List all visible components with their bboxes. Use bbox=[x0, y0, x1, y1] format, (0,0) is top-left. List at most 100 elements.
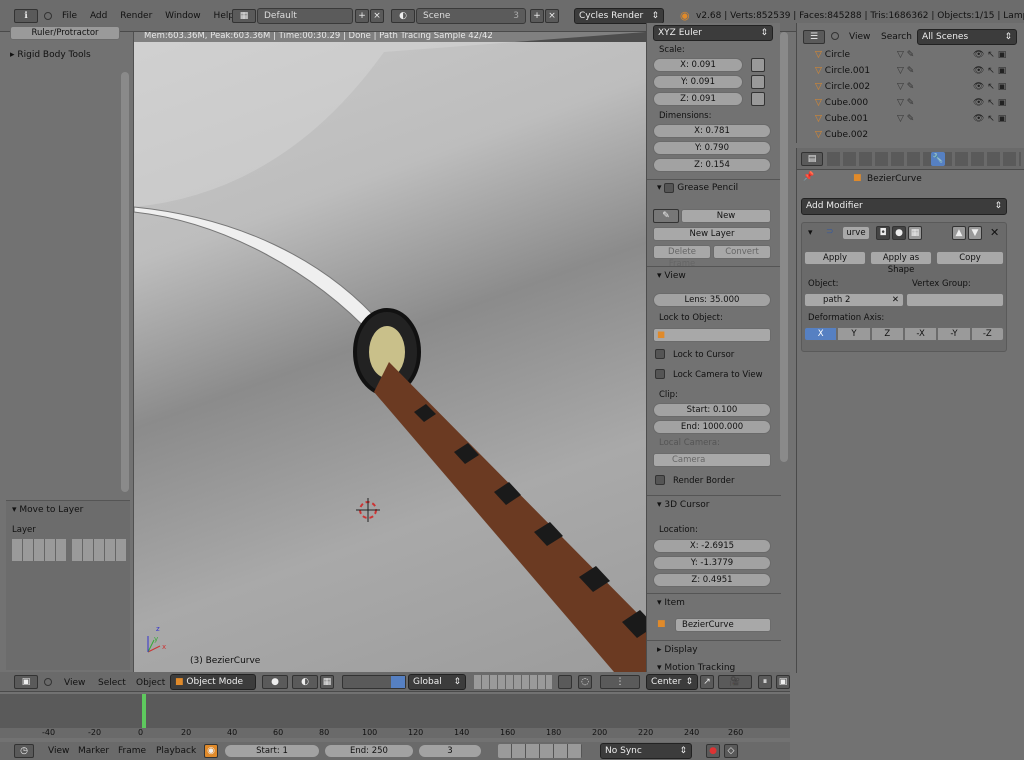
align-rotation-icon[interactable]: ↗ bbox=[700, 675, 714, 689]
collapse-menu-icon[interactable] bbox=[44, 12, 52, 20]
3d-editor-icon[interactable]: ▣ bbox=[14, 675, 38, 689]
start-frame-field[interactable]: Start: 1 bbox=[224, 744, 320, 758]
render-border-checkbox[interactable] bbox=[655, 475, 665, 485]
gp-convert-button[interactable]: Convert bbox=[713, 245, 771, 259]
menu-help[interactable]: Help bbox=[214, 11, 235, 21]
keyframe-icon[interactable]: ◇ bbox=[724, 744, 738, 758]
gp-new-layer-button[interactable]: New Layer bbox=[653, 227, 771, 241]
manipulator-group[interactable] bbox=[342, 675, 406, 689]
layer-buttons[interactable] bbox=[474, 675, 552, 689]
move-down-icon[interactable]: ▼ bbox=[968, 226, 982, 240]
layer-grid-left[interactable] bbox=[12, 539, 66, 561]
outliner-search-menu[interactable]: Search bbox=[881, 32, 912, 42]
modifier-tab-wrench-icon[interactable]: 🔧 bbox=[931, 152, 945, 166]
add-layout-icon[interactable]: + bbox=[355, 9, 369, 23]
add-scene-icon[interactable]: + bbox=[530, 9, 544, 23]
vertex-group-field[interactable] bbox=[906, 293, 1004, 307]
snap-target-select[interactable]: Center ⇕ bbox=[646, 674, 698, 690]
render-layer-icon[interactable]: ▣ bbox=[776, 675, 790, 689]
proportional-icon[interactable]: ▦ bbox=[320, 675, 334, 689]
pause-render-icon[interactable]: ⏸ bbox=[758, 675, 772, 689]
keying-icon[interactable]: ◉ bbox=[204, 744, 218, 758]
layout-icon[interactable]: ▦ bbox=[232, 9, 256, 23]
pin-icon[interactable]: 📌 bbox=[803, 172, 814, 182]
modifier-expand-icon[interactable]: ▾ bbox=[808, 228, 813, 238]
pencil-icon[interactable]: ✎ bbox=[653, 209, 679, 223]
move-up-icon[interactable]: ▲ bbox=[952, 226, 966, 240]
lock-layers-icon[interactable] bbox=[558, 675, 572, 689]
3d-object-menu[interactable]: Object bbox=[136, 678, 165, 688]
tool-shelf-scrollbar[interactable] bbox=[121, 72, 129, 492]
scale-z-field[interactable]: Z: 0.091 bbox=[653, 92, 743, 106]
render-toggle-icon[interactable]: ◘ bbox=[876, 226, 890, 240]
remove-modifier-icon[interactable]: ✕ bbox=[990, 226, 999, 239]
gp-new-button[interactable]: New bbox=[681, 209, 771, 223]
outliner-row[interactable]: ▽ Cube.000 ▽ ✎ 👁 ↖ ▣ bbox=[815, 95, 1015, 111]
clear-object-icon[interactable]: ✕ bbox=[892, 294, 899, 306]
cursor-y-field[interactable]: Y: -1.3779 bbox=[653, 556, 771, 570]
playback-controls[interactable] bbox=[498, 744, 582, 758]
ruler-button[interactable]: Ruler/Protractor bbox=[10, 26, 120, 40]
render-engine-select[interactable]: Cycles Render ⇕ bbox=[574, 8, 664, 24]
editmode-toggle-icon[interactable]: ▦ bbox=[908, 226, 922, 240]
properties-editor-icon[interactable]: ▤ bbox=[801, 152, 823, 166]
timeline-editor-icon[interactable]: ◷ bbox=[14, 744, 34, 758]
axis-y-button[interactable]: Y bbox=[837, 327, 871, 341]
timeline-marker-menu[interactable]: Marker bbox=[78, 746, 109, 756]
timeline-frame-menu[interactable]: Frame bbox=[118, 746, 146, 756]
apply-button[interactable]: Apply bbox=[804, 251, 866, 265]
lock-cursor-checkbox[interactable] bbox=[655, 349, 665, 359]
object-field[interactable]: path 2 ✕ bbox=[804, 293, 904, 307]
timeline-current-frame[interactable] bbox=[142, 694, 146, 728]
grease-pencil-checkbox[interactable] bbox=[664, 182, 675, 193]
3d-cursor-icon[interactable] bbox=[356, 498, 380, 522]
outliner-editor-icon[interactable]: ☰ bbox=[803, 30, 825, 44]
3d-select-menu[interactable]: Select bbox=[98, 678, 126, 688]
snap-element-icon[interactable]: ⋮ bbox=[600, 675, 640, 689]
scene-icon[interactable]: ◐ bbox=[391, 9, 415, 23]
scene-select[interactable]: Scene 3 bbox=[416, 8, 526, 24]
remove-layout-icon[interactable]: × bbox=[370, 9, 384, 23]
view-panel-header[interactable]: ▾ View bbox=[651, 267, 686, 285]
3d-viewport[interactable]: Mem:603.36M, Peak:603.36M | Time:00:30.2… bbox=[134, 32, 646, 672]
rotation-mode-select[interactable]: XYZ Euler ⇕ bbox=[653, 25, 773, 41]
menu-window[interactable]: Window bbox=[165, 11, 201, 21]
mode-select[interactable]: ■ Object Mode bbox=[170, 674, 256, 690]
layout-select[interactable]: Default bbox=[257, 8, 353, 24]
lock-object-field[interactable]: ■ bbox=[653, 328, 771, 342]
scale-y-field[interactable]: Y: 0.091 bbox=[653, 75, 743, 89]
cursor-x-field[interactable]: X: -2.6915 bbox=[653, 539, 771, 553]
lock-camera-checkbox[interactable] bbox=[655, 369, 665, 379]
menu-add[interactable]: Add bbox=[90, 11, 107, 21]
3d-view-menu[interactable]: View bbox=[64, 678, 85, 688]
outliner-view-menu[interactable]: View bbox=[849, 32, 870, 42]
shading-icon[interactable]: ● bbox=[262, 675, 288, 689]
lock-scale-x-icon[interactable] bbox=[751, 58, 765, 72]
lens-field[interactable]: Lens: 35.000 bbox=[653, 293, 771, 307]
modifier-name-field[interactable]: urve bbox=[842, 226, 870, 240]
outliner-row[interactable]: ▽ Cube.001 ▽ ✎ 👁 ↖ ▣ bbox=[815, 111, 1015, 127]
axis-x-button[interactable]: X bbox=[804, 327, 838, 341]
outliner-collapse-icon[interactable] bbox=[831, 32, 839, 40]
lock-scale-y-icon[interactable] bbox=[751, 75, 765, 89]
properties-scrollbar[interactable] bbox=[780, 32, 788, 462]
layer-grid-right[interactable] bbox=[72, 539, 126, 561]
item-name-field[interactable]: BezierCurve bbox=[675, 618, 771, 632]
axis-z-button[interactable]: Z bbox=[870, 327, 904, 341]
clip-start-field[interactable]: Start: 0.100 bbox=[653, 403, 771, 417]
axis-neg-y-button[interactable]: -Y bbox=[937, 327, 971, 341]
move-layer-header[interactable]: ▾ Move to Layer bbox=[6, 501, 130, 519]
cursor-z-field[interactable]: Z: 0.4951 bbox=[653, 573, 771, 587]
remove-scene-icon[interactable]: × bbox=[545, 9, 559, 23]
local-camera-field[interactable]: Camera bbox=[653, 453, 771, 467]
copy-button[interactable]: Copy bbox=[936, 251, 1004, 265]
viewport-toggle-icon[interactable]: ● bbox=[892, 226, 906, 240]
orientation-select[interactable]: Global ⇕ bbox=[408, 674, 466, 690]
rigid-body-panel[interactable]: ▸ Rigid Body Tools bbox=[10, 50, 91, 60]
outliner-row[interactable]: ▽ Circle.002 ▽ ✎ 👁 ↖ ▣ bbox=[815, 79, 1015, 95]
timeline-view-menu[interactable]: View bbox=[48, 746, 69, 756]
outliner-filter-select[interactable]: All Scenes ⇕ bbox=[917, 29, 1017, 45]
lock-scale-z-icon[interactable] bbox=[751, 92, 765, 106]
3d-cursor-panel-header[interactable]: ▾ 3D Cursor bbox=[651, 496, 710, 514]
apply-shape-button[interactable]: Apply as Shape bbox=[870, 251, 932, 275]
